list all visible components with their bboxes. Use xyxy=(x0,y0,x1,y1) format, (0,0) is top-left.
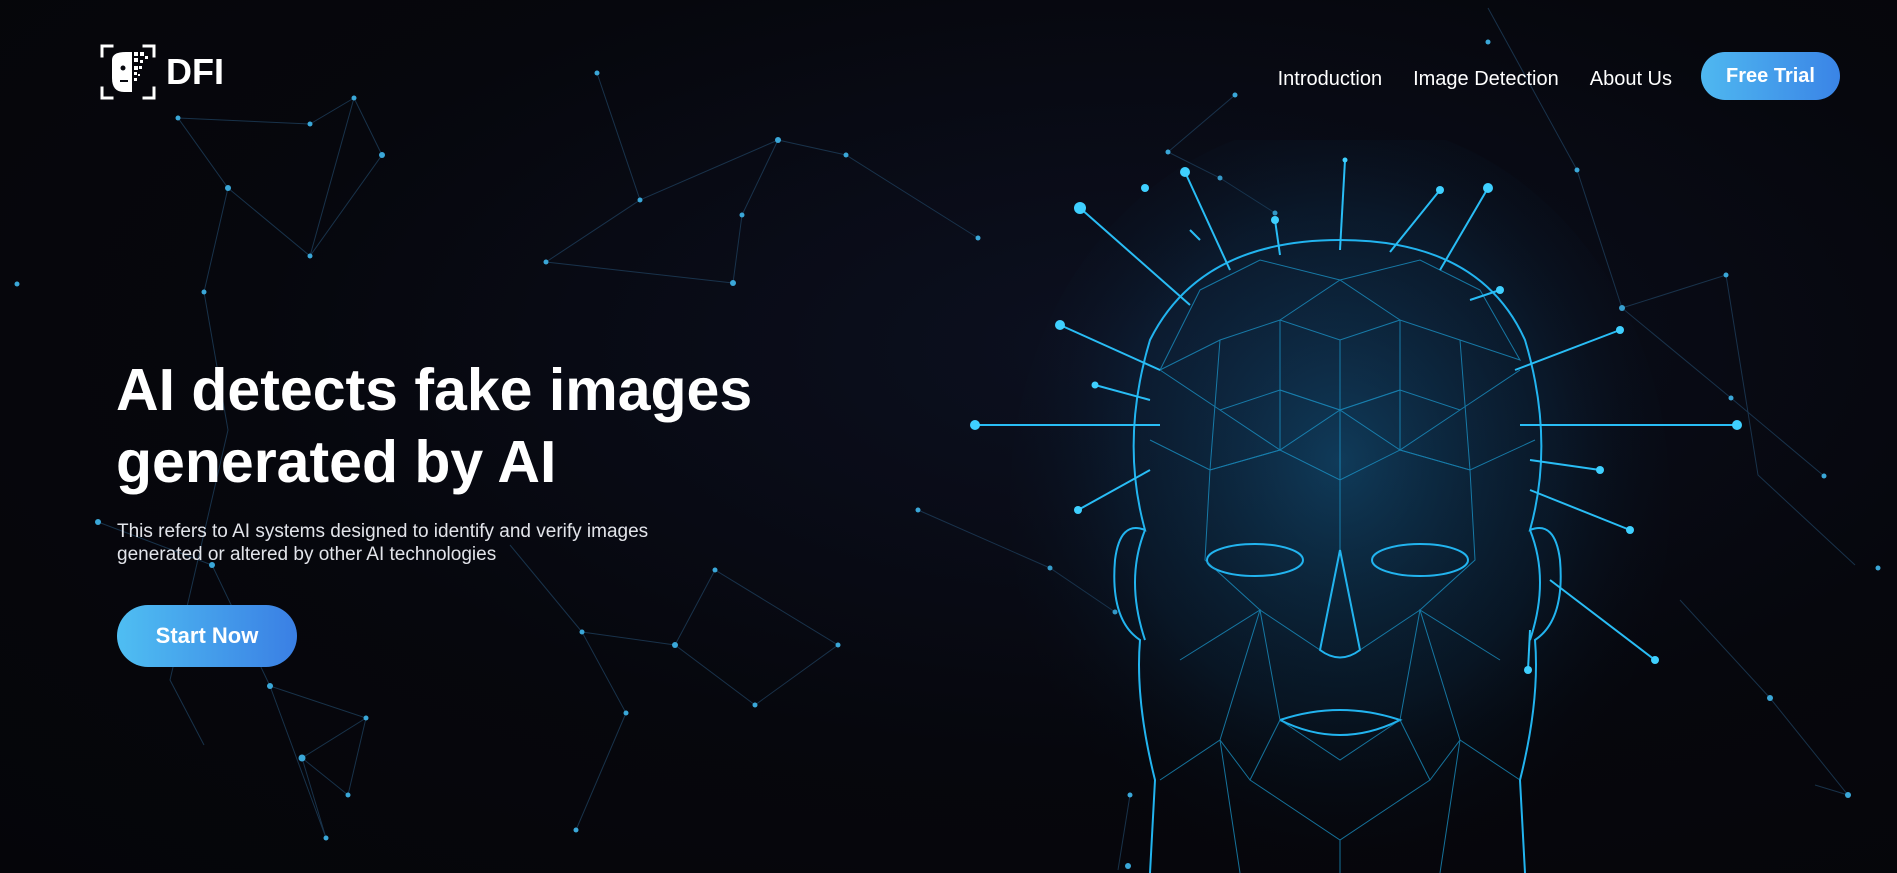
face-scan-icon xyxy=(100,44,156,100)
hero-title: AI detects fake images generated by AI xyxy=(116,357,753,495)
hero-subtitle: This refers to AI systems designed to id… xyxy=(117,521,649,565)
wireframe-head-icon xyxy=(970,140,1742,873)
brand-logo[interactable]: DFI xyxy=(98,42,224,102)
main-nav: Introduction Image Detection About Us xyxy=(1278,68,1672,91)
start-now-button[interactable]: Start Now xyxy=(117,605,297,667)
nav-item-introduction[interactable]: Introduction xyxy=(1278,68,1383,91)
brand-name: DFI xyxy=(166,51,224,92)
nav-item-image-detection[interactable]: Image Detection xyxy=(1413,68,1559,91)
landing-page: DFI Introduction Image Detection About U… xyxy=(0,0,1897,873)
nav-item-about-us[interactable]: About Us xyxy=(1590,68,1672,91)
free-trial-button[interactable]: Free Trial xyxy=(1701,52,1840,100)
